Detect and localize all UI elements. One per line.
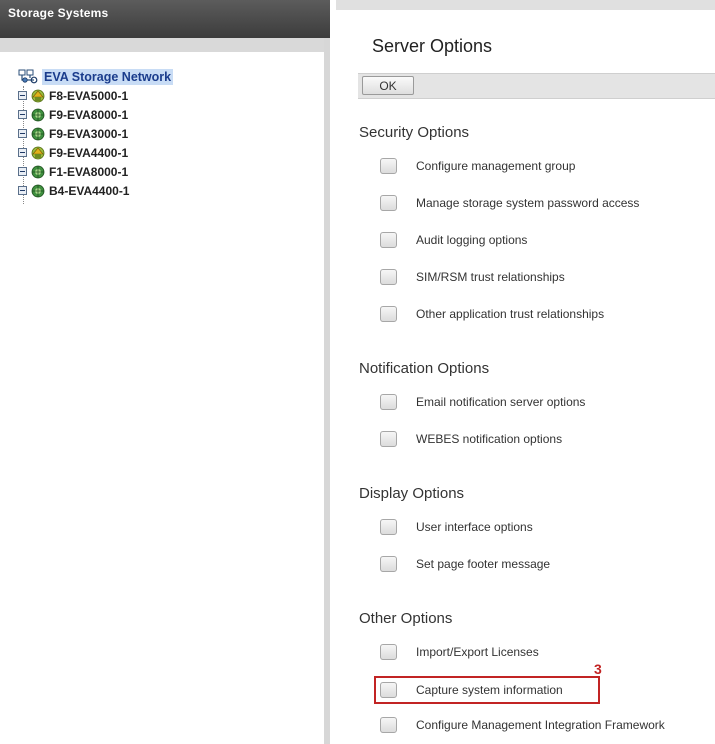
- page-title: Server Options: [372, 36, 493, 56]
- tree-item-f9-eva8000-1[interactable]: F9-EVA8000-1: [18, 105, 173, 124]
- expand-icon[interactable]: [18, 110, 27, 119]
- notification-options-heading: Notification Options: [359, 360, 490, 377]
- option-email-notification[interactable]: Email notification server options: [380, 391, 585, 413]
- eva-normal-icon: [31, 165, 45, 178]
- eva-normal-icon: [31, 127, 45, 140]
- option-label: Audit logging options: [416, 233, 528, 247]
- option-user-interface[interactable]: User interface options: [380, 516, 533, 538]
- tree-item-f9-eva3000-1[interactable]: F9-EVA3000-1: [18, 124, 173, 143]
- checkbox[interactable]: [380, 269, 397, 285]
- option-audit-logging[interactable]: Audit logging options: [380, 229, 527, 251]
- option-label: Configure Management Integration Framewo…: [416, 718, 665, 732]
- ok-button[interactable]: OK: [362, 76, 414, 95]
- option-sim-rsm-trust[interactable]: SIM/RSM trust relationships: [380, 266, 565, 288]
- tree-item-b4-eva4400-1[interactable]: B4-EVA4400-1: [18, 181, 173, 200]
- option-page-footer[interactable]: Set page footer message: [380, 553, 550, 575]
- option-label: Manage storage system password access: [416, 196, 640, 210]
- tree-item-label: F9-EVA3000-1: [49, 126, 129, 141]
- option-import-export-licenses[interactable]: Import/Export Licenses: [380, 641, 539, 663]
- other-options-heading: Other Options: [359, 610, 453, 627]
- option-label: Email notification server options: [416, 395, 586, 409]
- tree-item-label: F1-EVA8000-1: [49, 164, 129, 179]
- checkbox[interactable]: [380, 232, 397, 248]
- expand-icon[interactable]: [18, 129, 27, 138]
- tree-item-label: F8-EVA5000-1: [49, 88, 129, 103]
- tree-item-label: B4-EVA4400-1: [49, 183, 130, 198]
- option-label: WEBES notification options: [416, 432, 563, 446]
- checkbox[interactable]: [380, 556, 397, 572]
- display-options-heading: Display Options: [359, 485, 465, 502]
- storage-systems-title: Storage Systems: [8, 6, 109, 20]
- checkbox[interactable]: [380, 644, 397, 660]
- tree-item-label: F9-EVA8000-1: [49, 107, 129, 122]
- option-label: Import/Export Licenses: [416, 645, 539, 659]
- expand-icon[interactable]: [18, 167, 27, 176]
- option-label: SIM/RSM trust relationships: [416, 270, 565, 284]
- tree-item-f1-eva8000-1[interactable]: F1-EVA8000-1: [18, 162, 173, 181]
- tree-children: F8-EVA5000-1 F9-EVA8000-1 F9-EVA3000-1 F…: [18, 86, 173, 204]
- callout-step-number: 3: [594, 661, 602, 677]
- expand-icon[interactable]: [18, 91, 27, 100]
- security-options-heading: Security Options: [359, 124, 470, 141]
- tree-root-label: EVA Storage Network: [42, 69, 174, 85]
- option-label: Set page footer message: [416, 557, 551, 571]
- tree-item-f8-eva5000-1[interactable]: F8-EVA5000-1: [18, 86, 173, 105]
- storage-systems-header: Storage Systems: [0, 0, 330, 38]
- tree-item-label: F9-EVA4400-1: [49, 145, 129, 160]
- eva-normal-icon: [31, 108, 45, 121]
- storage-network-icon: [18, 69, 38, 84]
- option-other-app-trust[interactable]: Other application trust relationships: [380, 303, 604, 325]
- tree-item-f9-eva4400-1[interactable]: F9-EVA4400-1: [18, 143, 173, 162]
- checkbox[interactable]: [380, 519, 397, 535]
- expand-icon[interactable]: [18, 186, 27, 195]
- option-configure-management-group[interactable]: Configure management group: [380, 155, 575, 177]
- checkbox[interactable]: [380, 158, 397, 174]
- eva-warning-icon: [31, 146, 45, 159]
- pane-topbar: [336, 0, 715, 10]
- storage-tree: EVA Storage Network F8-EVA5000-1 F9-EVA8…: [18, 68, 174, 204]
- option-label: User interface options: [416, 520, 533, 534]
- expand-icon[interactable]: [18, 148, 27, 157]
- callout-highlight-box: [374, 676, 600, 704]
- storage-systems-pane: Storage Systems EVA Storage Network F8-E…: [0, 0, 330, 744]
- option-label: Configure management group: [416, 159, 576, 173]
- checkbox[interactable]: [380, 394, 397, 410]
- checkbox[interactable]: [380, 431, 397, 447]
- checkbox[interactable]: [380, 717, 397, 733]
- pane-subbar: [0, 38, 324, 52]
- server-options-pane: Server Options OK Security Options Confi…: [336, 0, 715, 744]
- checkbox[interactable]: [380, 195, 397, 211]
- option-configure-mgmt-integration[interactable]: Configure Management Integration Framewo…: [380, 714, 665, 736]
- option-manage-password-access[interactable]: Manage storage system password access: [380, 192, 639, 214]
- option-webes-notification[interactable]: WEBES notification options: [380, 428, 562, 450]
- eva-warning-icon: [31, 89, 45, 102]
- checkbox[interactable]: [380, 306, 397, 322]
- option-label: Other application trust relationships: [416, 307, 605, 321]
- toolbar: OK: [358, 73, 715, 99]
- tree-root-eva-storage-network[interactable]: EVA Storage Network: [18, 68, 174, 86]
- eva-normal-icon: [31, 184, 45, 197]
